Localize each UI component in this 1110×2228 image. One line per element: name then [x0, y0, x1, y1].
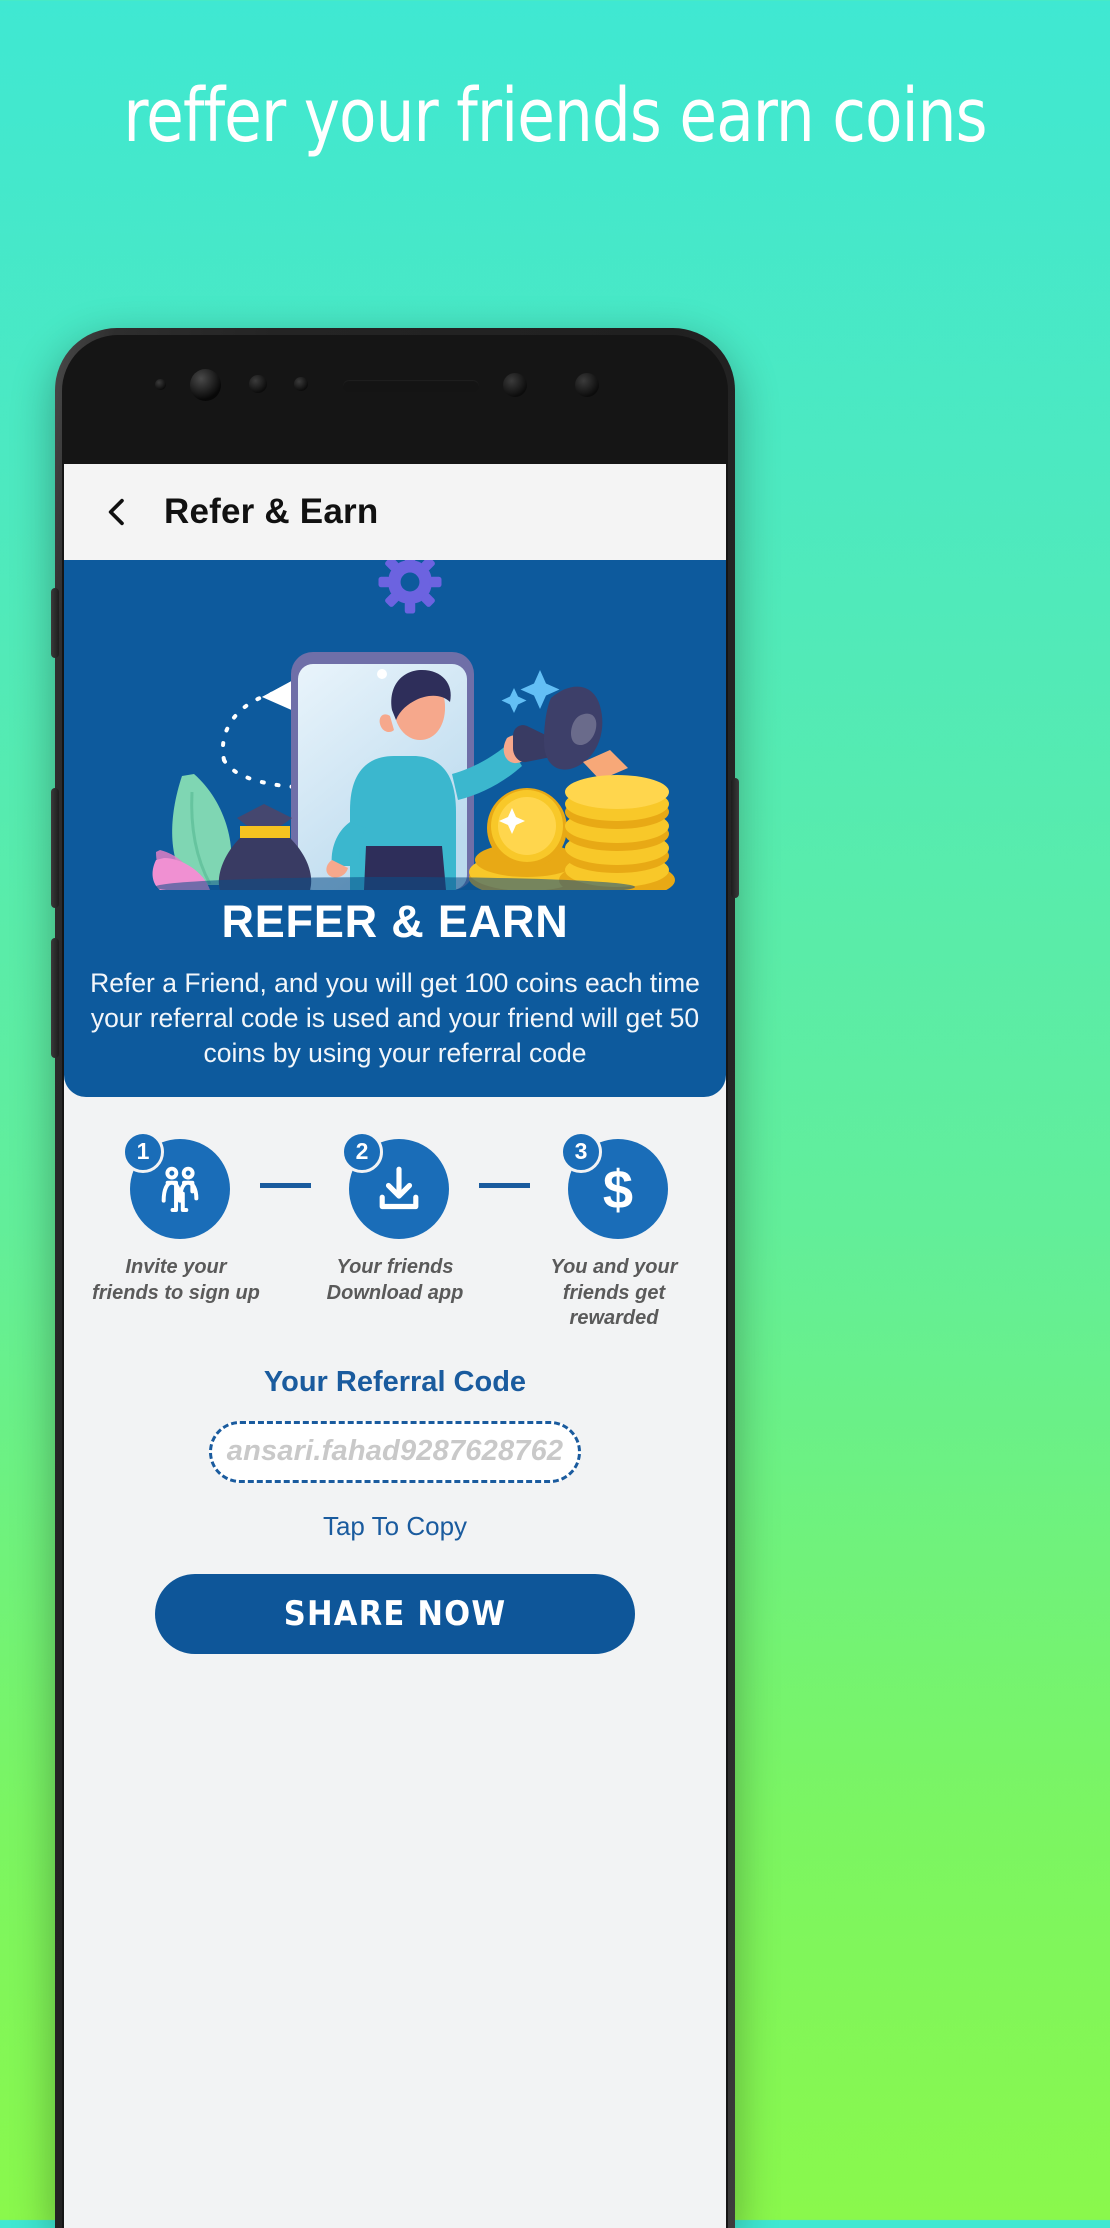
light-sensor-icon [294, 377, 308, 391]
step-3-badge: 3 $ [560, 1130, 668, 1239]
download-icon [379, 1166, 419, 1209]
phone-mockup: Refer & Earn REFER & EARN Refer a Friend… [51, 328, 739, 2228]
sensor-dot-icon [155, 379, 166, 390]
referral-code-box[interactable]: ansari.fahad9287628762 [209, 1420, 581, 1483]
earpiece-speaker [343, 380, 479, 392]
phone-screen: Refer & Earn REFER & EARN Refer a Friend… [64, 464, 726, 2228]
step-connector-1 [260, 1182, 311, 1188]
chevron-left-icon [108, 498, 124, 526]
phone-volume-down-button [51, 938, 59, 1058]
promo-headline: reffer your friends earn coins [123, 73, 987, 159]
referral-code-value: ansari.fahad9287628762 [226, 1435, 564, 1468]
step-1-label: Invite your friends to sign up [92, 1255, 260, 1304]
two-people-icon [161, 1166, 199, 1212]
steps-row: 1 Invite your friends to sign up 2 Your … [64, 1097, 726, 1332]
share-now-button[interactable]: SHARE NOW [155, 1573, 635, 1654]
secondary-camera-icon [575, 373, 599, 397]
svg-text:$: $ [603, 1160, 633, 1220]
step-3-number: 3 [560, 1130, 602, 1173]
tap-to-copy-link[interactable]: Tap To Copy [64, 1511, 726, 1542]
step-2-label: Your friends Download app [326, 1255, 464, 1304]
step-2: 2 Your friends Download app [311, 1130, 479, 1306]
step-connector-2 [479, 1182, 530, 1188]
app-bar: Refer & Earn [64, 464, 726, 560]
step-2-number: 2 [341, 1130, 383, 1173]
phone-button-left-top [51, 588, 59, 658]
phone-volume-up-button [51, 788, 59, 908]
hero-description: Refer a Friend, and you will get 100 coi… [90, 968, 700, 1068]
hero-card: REFER & EARN Refer a Friend, and you wil… [64, 560, 726, 1097]
dollar-sign-icon: $ [603, 1160, 633, 1220]
page-title: Refer & Earn [164, 492, 379, 531]
step-3: 3 $ You and your friends get rewarded [530, 1130, 698, 1332]
phone-sensor-array [55, 366, 735, 406]
referral-code-title: Your Referral Code [263, 1365, 527, 1398]
step-2-badge: 2 [341, 1130, 449, 1239]
step-1-badge: 1 [122, 1130, 230, 1239]
step-1-number: 1 [122, 1130, 164, 1173]
step-3-label: You and your friends get rewarded [550, 1255, 678, 1330]
proximity-sensor-icon [249, 375, 267, 393]
hero-title: REFER & EARN [221, 896, 569, 947]
refer-earn-illustration [64, 560, 726, 890]
front-camera-icon [190, 369, 221, 401]
phone-power-button [731, 778, 739, 898]
iris-sensor-icon [503, 373, 527, 397]
step-1: 1 Invite your friends to sign up [92, 1130, 260, 1306]
back-button[interactable] [100, 495, 134, 529]
